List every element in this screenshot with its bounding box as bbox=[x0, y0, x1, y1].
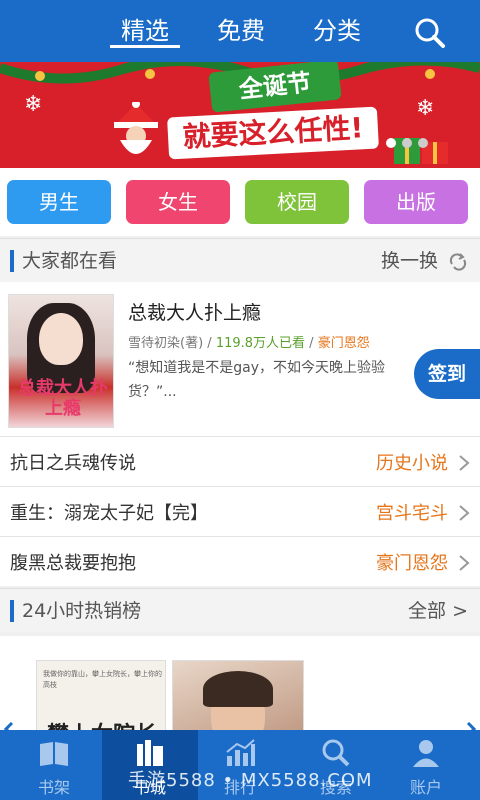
category-female-button[interactable]: 女生 bbox=[126, 180, 230, 224]
cover-tagline: 我做你的靠山，攀上女院长，攀上你的高枝 bbox=[43, 670, 162, 689]
cover-title: 攀上女院长 bbox=[47, 717, 157, 730]
banner-slogan: 就要这么任性! bbox=[167, 106, 379, 160]
category-buttons: 男生 女生 校园 出版 bbox=[0, 168, 480, 236]
book-list-item[interactable]: 抗日之兵魂传说 历史小说 bbox=[0, 436, 480, 486]
book-description: “想知道我是不是gay，不如今天晚上验验货？”... bbox=[128, 360, 386, 400]
category-publish-button[interactable]: 出版 bbox=[364, 180, 468, 224]
section-accent-bar bbox=[10, 250, 14, 272]
cover-illustration bbox=[39, 313, 83, 365]
santa-icon bbox=[114, 102, 158, 154]
refresh-button[interactable]: 换一换 bbox=[381, 247, 468, 275]
watermark: 手游5588 • MX5588.COM bbox=[128, 770, 373, 791]
tab-category[interactable]: 分类 bbox=[302, 14, 372, 48]
tab-free[interactable]: 免费 bbox=[206, 14, 276, 48]
user-icon bbox=[413, 740, 439, 767]
carousel-dot bbox=[386, 138, 396, 148]
book-genre: 豪门恩怨 bbox=[317, 336, 370, 351]
section-accent-bar bbox=[10, 600, 14, 622]
chevron-right-icon bbox=[459, 455, 470, 471]
section-title: 24小时热销榜 bbox=[22, 600, 142, 622]
book-name: 重生：溺宠太子妃【完】 bbox=[10, 503, 208, 524]
sign-in-button[interactable]: 签到 bbox=[414, 349, 480, 399]
chevron-right-icon bbox=[459, 505, 470, 521]
featured-book[interactable]: 总裁大人扑上瘾 总裁大人扑上瘾 雪待初染(著) / 119.8万人已看 / 豪门… bbox=[0, 282, 480, 436]
carousel-dot bbox=[418, 138, 428, 148]
book-shelf-icon bbox=[40, 742, 68, 766]
book-cover[interactable]: 我做你的靠山，攀上女院长，攀上你的高枝 攀上女院长 bbox=[36, 660, 166, 730]
book-meta: 雪待初染(著) / 119.8万人已看 / 豪门恩怨 bbox=[128, 336, 370, 351]
book-list-item[interactable]: 腹黑总裁要抱抱 豪门恩怨 bbox=[0, 536, 480, 586]
cover-title: 总裁大人扑上瘾 bbox=[18, 378, 108, 419]
book-cover[interactable] bbox=[172, 660, 304, 730]
category-campus-button[interactable]: 校园 bbox=[245, 180, 349, 224]
chevron-right-icon bbox=[459, 555, 470, 571]
section-title: 大家都在看 bbox=[22, 250, 118, 272]
category-male-button[interactable]: 男生 bbox=[7, 180, 111, 224]
carousel-dot bbox=[402, 138, 412, 148]
nav-bookshelf[interactable]: 书架 bbox=[6, 730, 102, 800]
nav-account[interactable]: 账户 bbox=[378, 730, 474, 800]
book-genre-tag: 历史小说 bbox=[376, 453, 448, 474]
popular-section-header: 大家都在看 换一换 bbox=[0, 238, 480, 282]
refresh-icon bbox=[449, 252, 467, 271]
refresh-label: 换一换 bbox=[380, 250, 438, 272]
search-button[interactable] bbox=[410, 16, 450, 50]
top-nav: 精选 免费 分类 bbox=[0, 0, 480, 62]
book-author: 雪待初染(著) bbox=[128, 336, 204, 351]
snowflake-icon: ❄ bbox=[416, 96, 435, 121]
view-all-button[interactable]: 全部 > bbox=[408, 597, 468, 625]
tab-featured[interactable]: 精选 bbox=[110, 14, 180, 48]
book-readers: 119.8万人已看 bbox=[215, 336, 306, 351]
hot-books-carousel: 我做你的靠山，攀上女院长，攀上你的高枝 攀上女院长 bbox=[0, 636, 480, 730]
search-icon bbox=[322, 739, 350, 767]
cover-illustration bbox=[203, 671, 273, 707]
rank-chart-icon bbox=[226, 739, 255, 766]
hot-section-header: 24小时热销榜 全部 > bbox=[0, 588, 480, 632]
book-cover: 总裁大人扑上瘾 bbox=[8, 294, 114, 428]
book-list-item[interactable]: 重生：溺宠太子妃【完】 宫斗宅斗 bbox=[0, 486, 480, 536]
snowflake-icon: ❄ bbox=[24, 92, 43, 117]
book-genre-tag: 豪门恩怨 bbox=[376, 553, 448, 574]
book-name: 腹黑总裁要抱抱 bbox=[10, 553, 136, 574]
search-icon bbox=[415, 18, 445, 48]
nav-label: 账户 bbox=[409, 778, 442, 797]
book-store-icon bbox=[137, 740, 163, 766]
book-genre-tag: 宫斗宅斗 bbox=[376, 503, 448, 524]
christmas-banner[interactable]: ❄ ❄ 全诞节 就要这么任性! bbox=[0, 62, 480, 168]
book-name: 抗日之兵魂传说 bbox=[10, 453, 136, 474]
nav-label: 书架 bbox=[37, 778, 70, 797]
book-title: 总裁大人扑上瘾 bbox=[128, 302, 262, 324]
